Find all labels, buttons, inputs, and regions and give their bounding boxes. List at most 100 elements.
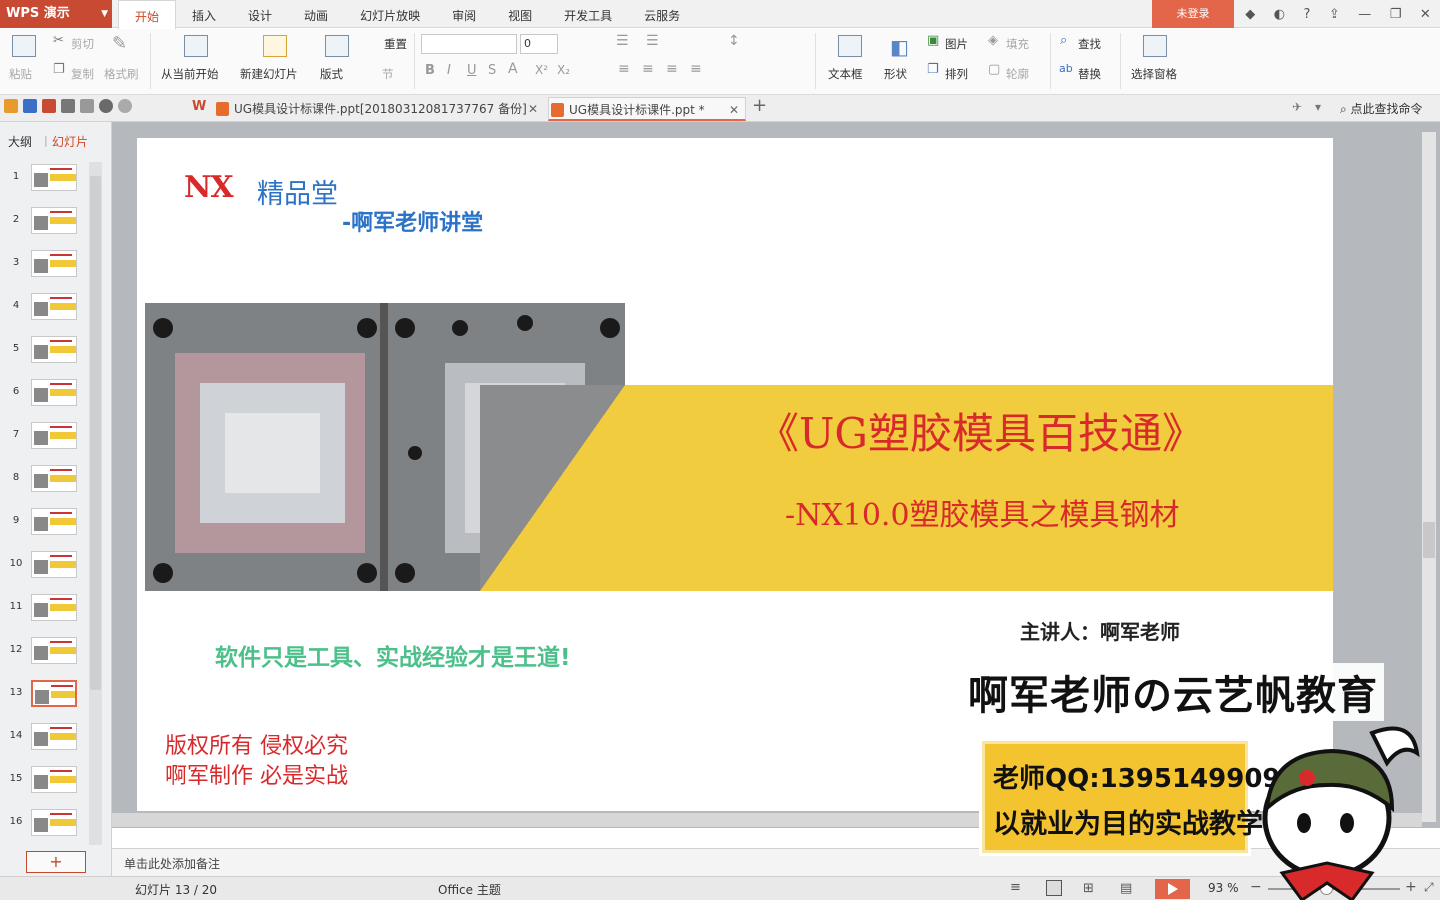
slide-thumbnail[interactable]	[31, 766, 77, 793]
format-brush-button[interactable]: 格式刷	[104, 66, 139, 82]
command-search[interactable]: ⌕ 点此查找命令	[1340, 100, 1423, 117]
login-button[interactable]: 未登录	[1152, 0, 1234, 28]
reset-button[interactable]: 重置	[384, 36, 407, 52]
align-right-icon[interactable]: ≡	[666, 61, 678, 77]
numbering-icon[interactable]: ☰	[646, 33, 659, 49]
paste-icon[interactable]	[12, 35, 36, 57]
slide-thumbnail[interactable]	[31, 293, 77, 320]
paste-button[interactable]: 粘贴	[9, 66, 32, 82]
zoom-slider-knob[interactable]	[1320, 882, 1333, 895]
slide-thumbnail[interactable]	[31, 723, 77, 750]
section-button[interactable]: 节	[382, 66, 394, 82]
layout-button[interactable]: 版式	[320, 66, 343, 82]
zoom-out-icon[interactable]: −	[1250, 879, 1262, 895]
help-icon[interactable]: ?	[1304, 7, 1311, 22]
slide-thumbnail[interactable]	[31, 422, 77, 449]
fit-window-icon[interactable]: ⤢	[1424, 880, 1434, 895]
slide-sub-title[interactable]: -NX10.0塑胶模具之模具钢材	[785, 490, 1180, 534]
slide-thumbnail-row[interactable]: 5	[0, 334, 90, 368]
slide-thumbnail[interactable]	[31, 164, 77, 191]
tab-home[interactable]: 开始	[118, 0, 177, 29]
pin-icon[interactable]: ✈	[1292, 100, 1302, 114]
align-center-icon[interactable]: ≡	[642, 61, 654, 77]
presenter-label[interactable]: 主讲人：啊军老师	[1020, 616, 1180, 645]
slide-thumbnail-row[interactable]: 15	[0, 764, 90, 798]
save-icon[interactable]	[23, 99, 37, 113]
slide-thumbnail[interactable]	[31, 594, 77, 621]
find-button[interactable]: 查找	[1078, 36, 1101, 52]
line-spacing-icon[interactable]: ↕	[728, 33, 740, 49]
selection-pane-button[interactable]: 选择窗格	[1131, 66, 1177, 82]
slide-thumbnail-row[interactable]: 6	[0, 377, 90, 411]
tab-slides[interactable]: 幻灯片	[52, 133, 88, 150]
slide-thumbnail-row[interactable]: 14	[0, 721, 90, 755]
slideshow-play-button[interactable]	[1155, 879, 1190, 899]
copy-button[interactable]: 复制	[71, 66, 94, 82]
bold-icon[interactable]: B	[425, 63, 435, 78]
doc-tab-current[interactable]: UG模具设计标课件.ppt * ✕	[548, 97, 746, 121]
tab-view[interactable]: 视图	[492, 0, 548, 28]
slide-main-title[interactable]: 《UG塑胶模具百技通》	[757, 400, 1204, 461]
tab-review[interactable]: 审阅	[436, 0, 492, 28]
skin-icon[interactable]: ◆	[1245, 7, 1255, 22]
slide-thumbnail-row[interactable]: 8	[0, 463, 90, 497]
bullets-icon[interactable]: ☰	[616, 33, 629, 49]
superscript-icon[interactable]: X²	[535, 63, 548, 77]
slide-thumbnail-row[interactable]: 7	[0, 420, 90, 454]
share-icon[interactable]: ◐	[1274, 7, 1285, 22]
canvas-vertical-scrollbar[interactable]	[1422, 132, 1436, 822]
slide-thumbnail-row[interactable]: 3	[0, 248, 90, 282]
redo-icon[interactable]	[118, 99, 132, 113]
add-slide-button[interactable]: +	[26, 851, 86, 873]
zoom-in-icon[interactable]: +	[1405, 879, 1417, 895]
comment-icon[interactable]: ▾	[1315, 100, 1321, 114]
slide[interactable]: NX 精品堂 -啊军老师讲堂 《UG塑胶模具百技通》 -NX10.0塑胶模具之模…	[137, 138, 1333, 811]
tab-design[interactable]: 设计	[232, 0, 288, 28]
slide-thumbnail-row[interactable]: 10	[0, 549, 90, 583]
reading-view-icon[interactable]: ▤	[1120, 881, 1132, 896]
outline-button[interactable]: 轮廓	[1006, 66, 1029, 82]
slide-thumbnail[interactable]	[31, 680, 77, 707]
tab-cloud[interactable]: 云服务	[628, 0, 696, 28]
from-current-button[interactable]: 从当前开始	[161, 66, 219, 82]
copyright-line-1[interactable]: 版权所有 侵权必究	[165, 728, 348, 760]
notes-toggle-icon[interactable]: ≡	[1010, 880, 1021, 895]
slide-thumbnail[interactable]	[31, 250, 77, 277]
slide-thumbnail[interactable]	[31, 508, 77, 535]
slide-thumbnail[interactable]	[31, 809, 77, 836]
restore-icon[interactable]: ❐	[1390, 7, 1402, 22]
scrollbar-thumb[interactable]	[90, 176, 101, 690]
export-pdf-icon[interactable]	[42, 99, 56, 113]
print-icon[interactable]	[61, 99, 75, 113]
fill-button[interactable]: 填充	[1006, 36, 1029, 52]
picture-button[interactable]: 图片	[945, 36, 968, 52]
close-icon[interactable]: ✕	[528, 97, 538, 121]
slide-sorter-icon[interactable]: ⊞	[1083, 881, 1094, 896]
tab-slideshow[interactable]: 幻灯片放映	[344, 0, 436, 28]
tab-outline[interactable]: 大纲	[8, 133, 32, 150]
print-preview-icon[interactable]	[80, 99, 94, 113]
slide-thumbnail[interactable]	[31, 551, 77, 578]
slide-thumbnail-row[interactable]: 16	[0, 807, 90, 841]
slide-thumbnail[interactable]	[31, 336, 77, 363]
undo-icon[interactable]	[99, 99, 113, 113]
font-color-icon[interactable]: A	[508, 61, 518, 77]
font-size-combobox[interactable]: 0	[520, 34, 558, 54]
slide-thumbnail-row[interactable]: 13	[0, 678, 90, 712]
doc-tab-backup[interactable]: UG模具设计标课件.ppt[20180312081737767 备份] ✕	[214, 97, 544, 121]
open-icon[interactable]	[4, 99, 18, 113]
slide-thumbnail-row[interactable]: 11	[0, 592, 90, 626]
slide-thumbnail-row[interactable]: 2	[0, 205, 90, 239]
slide-thumbnail[interactable]	[31, 379, 77, 406]
tab-developer[interactable]: 开发工具	[548, 0, 628, 28]
zoom-slider-track[interactable]	[1268, 888, 1400, 890]
new-slide-button[interactable]: 新建幻灯片	[240, 66, 298, 82]
shape-button[interactable]: 形状	[884, 66, 907, 82]
new-tab-button[interactable]: +	[752, 95, 767, 116]
underline-icon[interactable]: U	[467, 63, 477, 78]
normal-view-icon[interactable]	[1046, 880, 1062, 896]
tab-animation[interactable]: 动画	[288, 0, 344, 28]
replace-button[interactable]: 替换	[1078, 66, 1101, 82]
slide-thumbnail-row[interactable]: 9	[0, 506, 90, 540]
wps-home-icon[interactable]: W	[192, 100, 206, 114]
